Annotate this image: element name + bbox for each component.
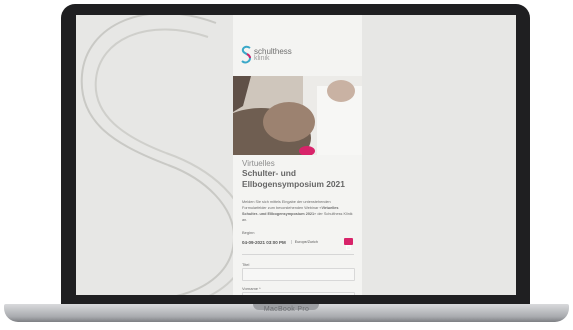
title-input[interactable]: [242, 268, 355, 281]
registration-form-card: schulthess klinik Virtuelles Schulter- u…: [233, 15, 362, 295]
title-prefix: Virtuelles: [242, 159, 275, 168]
firstname-input[interactable]: [242, 292, 355, 295]
title-field-label: Titel: [242, 262, 250, 267]
page-title: Schulter- und Ellbogensymposium 2021: [242, 168, 345, 189]
brand-sub: klinik: [254, 55, 270, 62]
begin-datetime: 04-09-2021 03:00 PM: [242, 239, 286, 245]
divider: [242, 254, 354, 255]
schulthess-logo-icon: [241, 45, 252, 64]
begin-row: 04-09-2021 03:00 PM Europe/Zurich: [242, 238, 353, 250]
intro-text: Melden Sie sich mittels Eingabe der unte…: [242, 199, 355, 223]
brand-name: schulthess: [254, 47, 292, 56]
hero-image: [233, 76, 362, 155]
firstname-field-label: Vorname *: [242, 286, 261, 291]
hero-photo-illustration: [233, 76, 362, 155]
calendar-icon[interactable]: [344, 238, 353, 250]
intro-text-part1: Melden Sie sich mittels Eingabe der unte…: [242, 200, 331, 210]
begin-label: Beginn: [242, 230, 255, 235]
brand-logo: schulthess klinik: [241, 45, 292, 65]
device-label: MacBook Pro: [263, 306, 310, 313]
calendar-glyph-icon: [346, 245, 351, 250]
begin-timezone: Europe/Zurich: [290, 240, 318, 244]
